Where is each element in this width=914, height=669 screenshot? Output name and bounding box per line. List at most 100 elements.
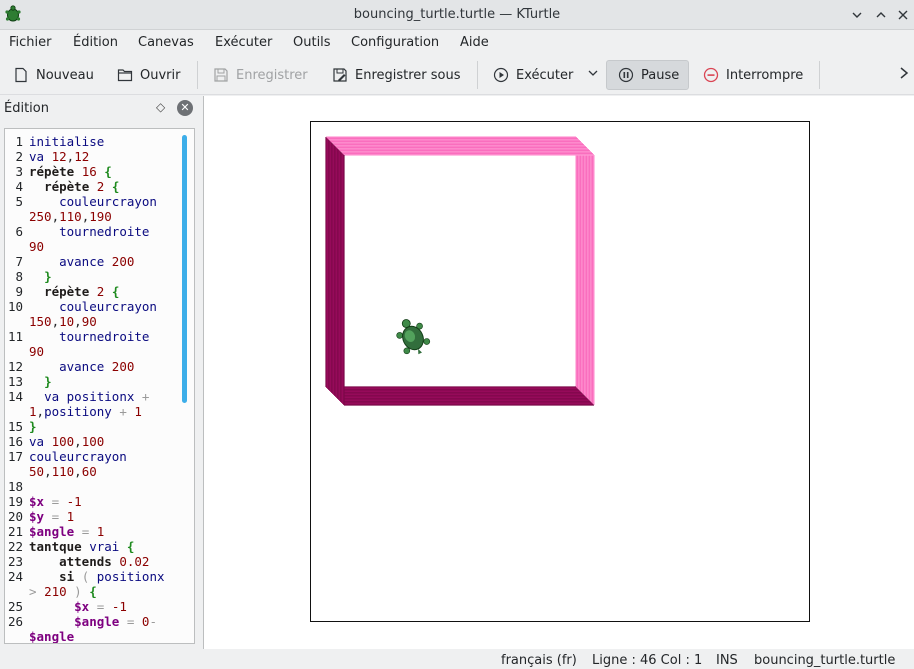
- code-text: }: [44, 374, 52, 389]
- line-number: 22: [7, 539, 23, 554]
- close-dock-icon[interactable]: ✕: [177, 100, 193, 116]
- float-dock-icon[interactable]: ◇: [156, 100, 168, 114]
- line-number: 6: [15, 224, 23, 239]
- editor-scrollbar[interactable]: [182, 135, 187, 403]
- save-button-label: Enregistrer: [236, 67, 308, 83]
- line-number: 20: [7, 509, 23, 524]
- line-number: 1: [15, 134, 23, 149]
- code-text: > 210 ) {: [29, 584, 97, 599]
- toolbar-separator: [477, 61, 478, 89]
- code-text: 90: [29, 239, 45, 254]
- minimize-icon[interactable]: [848, 6, 866, 24]
- window-title: bouncing_turtle.turtle — KTurtle: [353, 7, 561, 22]
- toolbar-overflow-button[interactable]: [898, 60, 910, 90]
- code-text: couleurcrayon: [59, 194, 157, 209]
- code-text: couleurcrayon: [29, 449, 127, 464]
- code-text: $angle = 1: [29, 524, 105, 539]
- line-number: 10: [7, 299, 23, 314]
- code-text: 250,110,190: [29, 209, 112, 224]
- status-language: français (fr): [501, 653, 577, 668]
- menu-bar: Fichier Édition Canevas Exécuter Outils …: [0, 30, 914, 55]
- code-text: 90: [29, 344, 45, 359]
- run-button-label: Exécuter: [516, 67, 574, 83]
- run-speed-dropdown[interactable]: [587, 60, 599, 90]
- toolbar-separator: [197, 61, 198, 89]
- line-number: 11: [7, 329, 23, 344]
- title-bar: bouncing_turtle.turtle — KTurtle: [0, 0, 914, 30]
- save-as-icon: [331, 66, 349, 84]
- line-number: 15: [7, 419, 23, 434]
- abort-button[interactable]: Interrompre: [702, 60, 803, 90]
- code-text: tournedroite: [59, 224, 150, 239]
- code-text: couleurcrayon: [59, 299, 157, 314]
- code-text: $x = -1: [74, 599, 127, 614]
- code-text: va positionx +: [44, 389, 150, 404]
- code-text: va 100,100: [29, 434, 105, 449]
- save-button[interactable]: Enregistrer: [212, 60, 308, 90]
- code-text: initialise: [29, 134, 105, 149]
- pause-icon: [617, 66, 635, 84]
- menu-edition[interactable]: Édition: [73, 35, 118, 50]
- stop-icon: [702, 66, 720, 84]
- code-text: répète 2 {: [44, 284, 120, 299]
- chevron-right-icon: [898, 66, 910, 84]
- code-text: répète 2 {: [44, 179, 120, 194]
- close-icon[interactable]: [894, 6, 912, 24]
- folder-open-icon: [116, 66, 134, 84]
- line-number: 26: [7, 614, 23, 629]
- line-number: 24: [7, 569, 23, 584]
- line-number: 3: [15, 164, 23, 179]
- code-text: avance 200: [59, 359, 135, 374]
- code-text: avance 200: [59, 254, 135, 269]
- pause-button-label: Pause: [641, 67, 680, 83]
- turtle-canvas[interactable]: [310, 121, 810, 622]
- run-button[interactable]: Exécuter: [492, 60, 573, 90]
- code-text: attends 0.02: [59, 554, 150, 569]
- new-button[interactable]: Nouveau: [12, 60, 94, 90]
- code-text: 1,positiony + 1: [29, 404, 142, 419]
- open-button-label: Ouvrir: [140, 67, 181, 83]
- code-text: répète 16 {: [29, 164, 112, 179]
- menu-configuration[interactable]: Configuration: [351, 35, 439, 50]
- code-text: $x = -1: [29, 494, 82, 509]
- editor-dock-title: Édition: [4, 101, 49, 116]
- status-filename: bouncing_turtle.turtle: [754, 653, 896, 668]
- line-number: 2: [15, 149, 23, 164]
- maximize-icon[interactable]: [872, 6, 890, 24]
- line-number: 25: [7, 599, 23, 614]
- line-number: 18: [7, 479, 23, 494]
- code-editor[interactable]: 1 initialise 2 va 12,12 3 répète 16 {4 répète…: [4, 128, 195, 644]
- line-number: 17: [7, 449, 23, 464]
- line-number: 8: [15, 269, 23, 284]
- line-number: 13: [7, 374, 23, 389]
- open-button[interactable]: Ouvrir: [116, 60, 180, 90]
- new-button-label: Nouveau: [36, 67, 94, 83]
- play-icon: [492, 66, 510, 84]
- new-document-icon: [12, 66, 30, 84]
- pause-button[interactable]: Pause: [606, 60, 689, 90]
- turtle-sprite: [396, 319, 431, 355]
- menu-aide[interactable]: Aide: [460, 35, 489, 50]
- save-icon: [212, 66, 230, 84]
- chevron-down-icon: [587, 67, 599, 83]
- menu-canevas[interactable]: Canevas: [138, 35, 194, 50]
- code-text: $y = 1: [29, 509, 75, 524]
- line-number: 19: [7, 494, 23, 509]
- status-insert-mode: INS: [716, 653, 738, 668]
- menu-outils[interactable]: Outils: [293, 35, 331, 50]
- menu-fichier[interactable]: Fichier: [9, 35, 52, 50]
- abort-button-label: Interrompre: [726, 67, 804, 83]
- code-text: }: [44, 269, 52, 284]
- menu-executer[interactable]: Exécuter: [215, 35, 272, 50]
- line-number: 4: [15, 179, 23, 194]
- main-toolbar: Nouveau Ouvrir Enregistrer Enregistrer s…: [0, 55, 914, 95]
- code-text: $angle = 0-: [74, 614, 157, 629]
- line-number: 9: [15, 284, 23, 299]
- status-bar: français (fr) Ligne : 46 Col : 1 INS bou…: [0, 649, 914, 669]
- code-text: 50,110,60: [29, 464, 97, 479]
- code-text: 150,10,90: [29, 314, 97, 329]
- line-number: 14: [7, 389, 23, 404]
- code-text: tantque vrai {: [29, 539, 135, 554]
- save-as-button-label: Enregistrer sous: [355, 67, 461, 83]
- save-as-button[interactable]: Enregistrer sous: [331, 60, 461, 90]
